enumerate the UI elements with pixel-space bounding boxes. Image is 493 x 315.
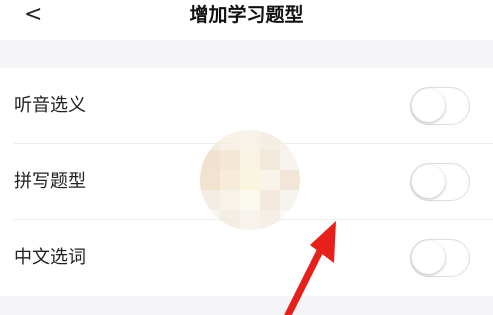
red-arrow-annotation: [284, 221, 336, 315]
toggle-knob: [412, 165, 445, 198]
toggle-switch[interactable]: [410, 87, 470, 125]
page-title: 增加学习题型: [189, 4, 304, 26]
section-gap: [0, 40, 493, 68]
screen: < 增加学习题型 听音选义 拼写题型 中文选词: [0, 0, 493, 315]
toggle-knob: [412, 89, 445, 122]
bottom-gap: [0, 296, 493, 315]
setting-label: 中文选词: [14, 247, 86, 268]
setting-label: 拼写题型: [14, 171, 86, 192]
navigation-bar: < 增加学习题型: [0, 0, 493, 40]
toggle-switch[interactable]: [410, 163, 470, 201]
toggle-knob: [412, 241, 445, 274]
toggle-switch[interactable]: [410, 239, 470, 277]
setting-row-chinese-choose-word: 中文选词: [0, 220, 493, 296]
setting-label: 听音选义: [14, 95, 86, 116]
